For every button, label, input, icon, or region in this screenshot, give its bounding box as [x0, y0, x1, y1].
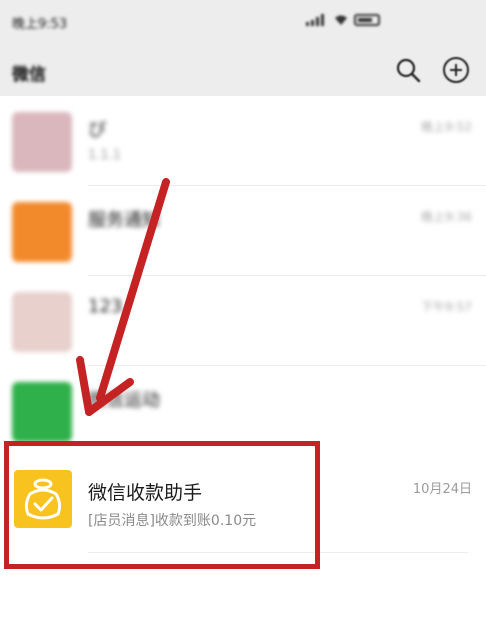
chat-avatar — [12, 202, 72, 262]
money-bag-icon — [24, 478, 62, 520]
chat-preview: 1.1.1 — [88, 148, 122, 163]
chat-avatar — [12, 382, 72, 442]
chat-row[interactable]: ぴ 1.1.1 晚上9:52 — [0, 96, 486, 186]
app-title: 微信 — [12, 65, 46, 85]
add-icon[interactable] — [442, 56, 470, 84]
chat-title: 微信运动 — [88, 390, 160, 411]
wifi-icon — [335, 15, 347, 25]
status-time: 晚上9:53 — [12, 17, 68, 32]
chat-title: 服务通知 — [88, 210, 160, 231]
chat-time: 晚上9:52 — [421, 120, 472, 134]
row-divider — [88, 552, 468, 553]
chat-row[interactable]: 微信运动 — [0, 366, 486, 456]
chat-title: 微信收款助手 — [88, 482, 203, 504]
chat-row-payment-assistant[interactable]: 微信收款助手 [店员消息]收款到账0.10元 10月24日 — [0, 452, 486, 570]
status-icons — [306, 14, 380, 26]
chat-preview: [店员消息]收款到账0.10元 — [88, 513, 257, 529]
battery-icon — [354, 14, 380, 26]
chat-time: 晚上9:36 — [421, 210, 472, 224]
chat-row[interactable]: 服务通知 晚上9:36 — [0, 186, 486, 276]
status-bar: 晚上9:53 — [0, 0, 486, 44]
list-bottom — [0, 570, 486, 620]
chat-row[interactable]: 123 下午9:57 — [0, 276, 486, 366]
chat-avatar — [12, 112, 72, 172]
chat-avatar — [12, 292, 72, 352]
chat-time: 下午9:57 — [421, 300, 472, 314]
chat-title: ぴ — [88, 120, 106, 141]
chat-title: 123 — [88, 296, 123, 317]
signal-icon — [306, 14, 324, 26]
payment-assistant-avatar — [14, 470, 72, 528]
chat-time: 10月24日 — [412, 482, 472, 497]
app-header: 微信 — [0, 44, 486, 96]
search-icon[interactable] — [394, 56, 422, 84]
